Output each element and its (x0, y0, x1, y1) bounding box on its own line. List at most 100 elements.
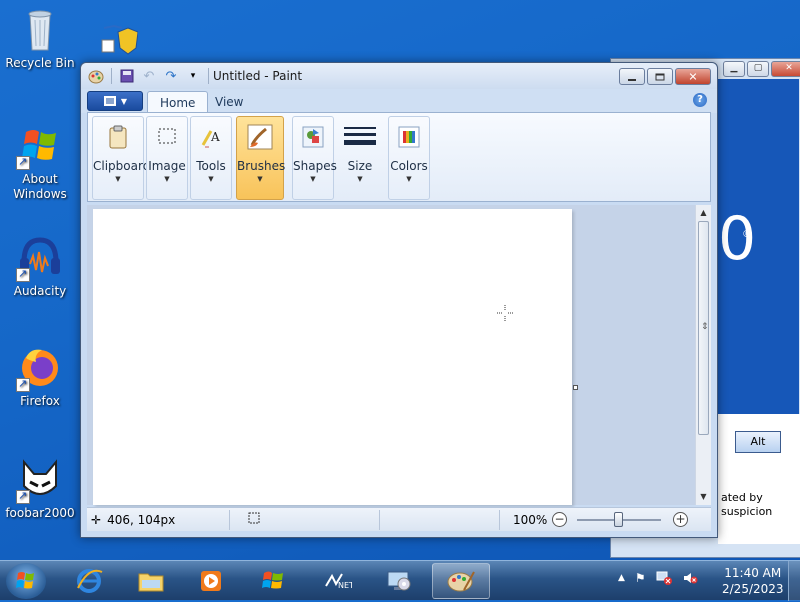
start-button[interactable] (6, 563, 46, 599)
shortcut-arrow-icon (16, 376, 30, 392)
taskbar-media-player[interactable] (182, 563, 240, 599)
desktop-icon-about-windows[interactable]: About Windows (2, 122, 78, 202)
desktop-icon-label: About Windows (13, 172, 67, 201)
shortcut-arrow-icon (16, 154, 30, 170)
redo-icon[interactable]: ↷ (162, 67, 180, 85)
zoom-level: 100% (513, 513, 548, 527)
taskbar-display-settings[interactable] (370, 563, 428, 599)
help-icon[interactable]: ? (693, 93, 707, 107)
tab-home[interactable]: Home (147, 91, 209, 113)
line-size-icon (344, 123, 376, 151)
scroll-thumb[interactable]: ⇕ (698, 221, 709, 435)
crosshair-cursor-icon (497, 305, 513, 321)
customize-toolbar-icon[interactable]: ▾ (184, 67, 202, 85)
shapes-group[interactable]: Shapes ▼ (292, 116, 337, 200)
title-bar[interactable]: ↶ ↷ ▾ Untitled - Paint ✕ (81, 63, 717, 89)
foobar2000-icon (16, 456, 64, 504)
paint-window: ↶ ↷ ▾ Untitled - Paint ✕ ▼ Home View ? C… (80, 62, 718, 538)
volume-muted-icon[interactable] (682, 571, 698, 585)
chevron-down-icon: ▼ (310, 175, 316, 183)
colors-group[interactable]: Colors ▼ (388, 116, 430, 200)
svg-text:A: A (210, 130, 220, 144)
windows-logo-icon (16, 572, 34, 589)
alt-button[interactable]: Alt (735, 431, 781, 453)
selection-size-icon (247, 511, 261, 528)
clipboard-group[interactable]: Clipboard ▼ (92, 116, 151, 200)
chevron-down-icon: ▼ (357, 175, 363, 183)
tools-icon: A (197, 123, 225, 151)
svg-text:NET: NET (338, 581, 352, 590)
network-shield-icon (98, 22, 139, 56)
desktop-icon-network-shortcut[interactable] (92, 22, 144, 58)
monitor-cd-icon (387, 571, 411, 591)
zoom-in-button[interactable]: + (673, 512, 688, 527)
scroll-up-icon[interactable]: ▲ (696, 205, 711, 221)
paint-app-icon[interactable] (87, 67, 105, 85)
show-hidden-icons-icon[interactable]: ▲ (618, 573, 625, 583)
desktop-icon-foobar2000[interactable]: foobar2000 (2, 456, 78, 521)
clock-time: 11:40 AM (724, 566, 782, 580)
show-desktop-button[interactable] (788, 561, 800, 601)
paint-menu-button[interactable]: ▼ (87, 91, 143, 111)
recycle-bin-icon (16, 6, 64, 54)
taskbar-network-app[interactable]: NET (308, 563, 366, 599)
taskbar-about-windows[interactable] (244, 563, 302, 599)
maximize-button[interactable] (647, 68, 673, 85)
shortcut-arrow-icon (16, 488, 30, 504)
taskbar-internet-explorer[interactable] (60, 563, 118, 599)
canvas-area[interactable] (87, 205, 695, 505)
minimize-button[interactable] (619, 68, 645, 85)
image-group[interactable]: Image ▼ (146, 116, 188, 200)
network-disconnected-icon[interactable] (656, 571, 672, 585)
windows-logo-icon (16, 122, 64, 170)
zoom-out-button[interactable]: − (552, 512, 567, 527)
action-center-flag-icon[interactable]: ⚑ (635, 571, 646, 585)
window-controls: ✕ (619, 68, 711, 85)
ribbon-home: Clipboard ▼ Image ▼ A Tools ▼ Brushes ▼ (87, 112, 711, 202)
undo-icon[interactable]: ↶ (140, 67, 158, 85)
brushes-label: Brushes (237, 159, 286, 173)
chevron-down-icon: ▼ (208, 175, 214, 183)
shapes-icon (299, 123, 327, 151)
select-icon (153, 123, 181, 151)
desktop-icon-recycle-bin[interactable]: Recycle Bin (2, 6, 78, 71)
drawing-canvas[interactable] (93, 209, 572, 505)
maximize-button[interactable]: ▢ (747, 61, 769, 77)
folder-icon (138, 573, 164, 592)
desktop-icon-firefox[interactable]: Firefox (2, 344, 78, 409)
close-button[interactable]: ✕ (771, 61, 800, 77)
paint-palette-icon (447, 571, 475, 592)
tab-view[interactable]: View (203, 91, 255, 113)
colors-icon (395, 123, 423, 151)
registered-mark: ® (742, 229, 752, 240)
canvas-resize-handle[interactable] (573, 385, 578, 390)
desktop-icon-label: foobar2000 (5, 506, 75, 520)
quick-access-toolbar: ↶ ↷ ▾ (87, 67, 211, 85)
minimize-button[interactable]: ▁ (723, 61, 745, 77)
brush-icon (246, 123, 274, 151)
size-group[interactable]: Size ▼ (338, 116, 382, 200)
shortcut-arrow-icon (16, 266, 30, 282)
vertical-scrollbar[interactable]: ▲ ⇕ ▼ (695, 205, 711, 505)
cursor-position: ✛ 406, 104px (91, 513, 175, 527)
desktop-icon-audacity[interactable]: Audacity (2, 234, 78, 299)
save-icon[interactable] (118, 67, 136, 85)
desktop-icon-label: Recycle Bin (5, 56, 75, 70)
grip-icon: ⇕ (701, 322, 709, 332)
audacity-icon (16, 234, 64, 282)
taskbar-paint[interactable] (432, 563, 490, 599)
background-window-panel: Alt (718, 414, 800, 544)
zoom-slider-thumb[interactable] (614, 512, 623, 527)
scroll-down-icon[interactable]: ▼ (696, 489, 711, 505)
clock-date: 2/25/2023 (722, 582, 784, 596)
network-app-icon: NET (325, 573, 352, 590)
background-window-controls: ▁ ▢ ✕ (723, 61, 800, 77)
close-button[interactable]: ✕ (675, 68, 711, 85)
taskbar-file-explorer[interactable] (122, 563, 180, 599)
taskbar-clock[interactable]: 11:40 AM 2/25/2023 (722, 565, 784, 597)
ribbon-tabs: ▼ Home View ? (81, 89, 717, 113)
firefox-icon (16, 344, 64, 392)
brushes-group[interactable]: Brushes ▼ (236, 116, 286, 200)
clipboard-label: Clipboard (93, 159, 151, 173)
tools-group[interactable]: A Tools ▼ (190, 116, 232, 200)
